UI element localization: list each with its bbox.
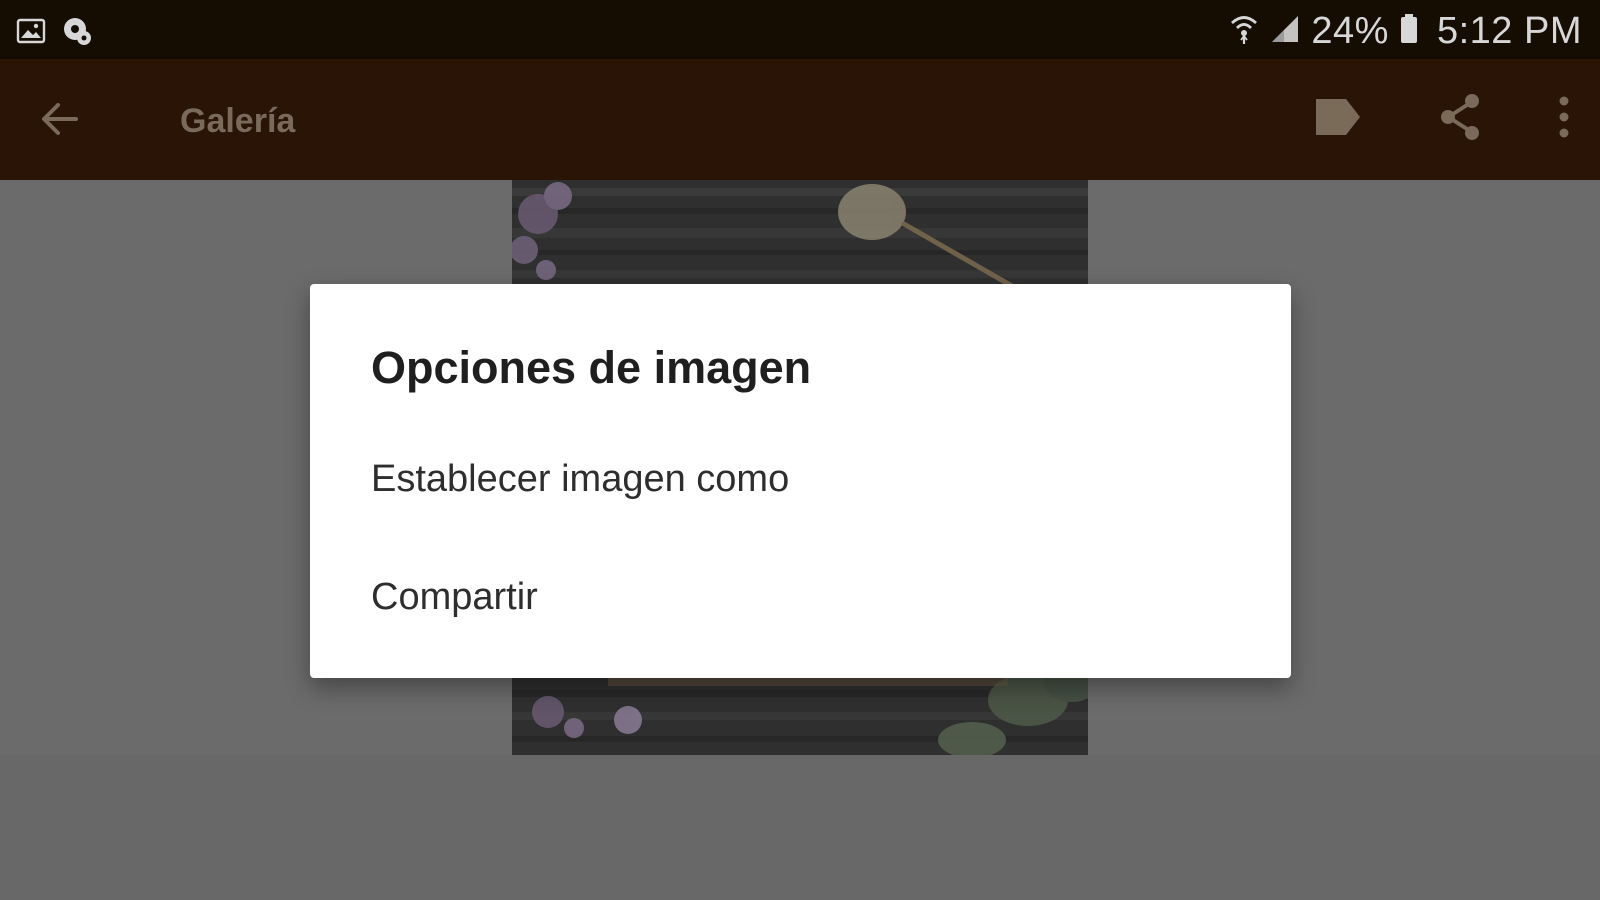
share-icon[interactable]	[1436, 91, 1484, 148]
app-bar-actions	[1312, 91, 1572, 148]
image-notification-icon	[16, 17, 46, 50]
screen: 24% 5:12 PM Galería Opciones de imagen E…	[0, 0, 1600, 900]
back-arrow-icon[interactable]	[36, 95, 84, 143]
image-options-dialog: Opciones de imagen Establecer imagen com…	[310, 284, 1291, 678]
set-image-as-option[interactable]: Establecer imagen como	[310, 420, 1291, 538]
share-label: Compartir	[371, 576, 538, 618]
battery-icon	[1399, 13, 1419, 50]
cellular-signal-icon	[1269, 13, 1301, 50]
share-option[interactable]: Compartir	[310, 538, 1291, 656]
app-bar: Galería	[0, 59, 1600, 180]
settings-notification-icon	[60, 14, 94, 53]
status-right-icons: 24% 5:12 PM	[1229, 8, 1582, 54]
dialog-title: Opciones de imagen	[371, 342, 812, 393]
bottom-empty-area	[0, 755, 1600, 900]
status-time: 5:12 PM	[1436, 10, 1582, 52]
battery-percentage: 24%	[1311, 10, 1389, 52]
set-image-as-label: Establecer imagen como	[371, 458, 790, 500]
status-bar: 24% 5:12 PM	[0, 0, 1600, 59]
status-left-icons	[16, 14, 94, 53]
more-vert-icon[interactable]	[1556, 93, 1572, 146]
label-icon[interactable]	[1312, 95, 1364, 144]
app-title: Galería	[180, 102, 296, 140]
wifi-icon	[1229, 13, 1259, 50]
